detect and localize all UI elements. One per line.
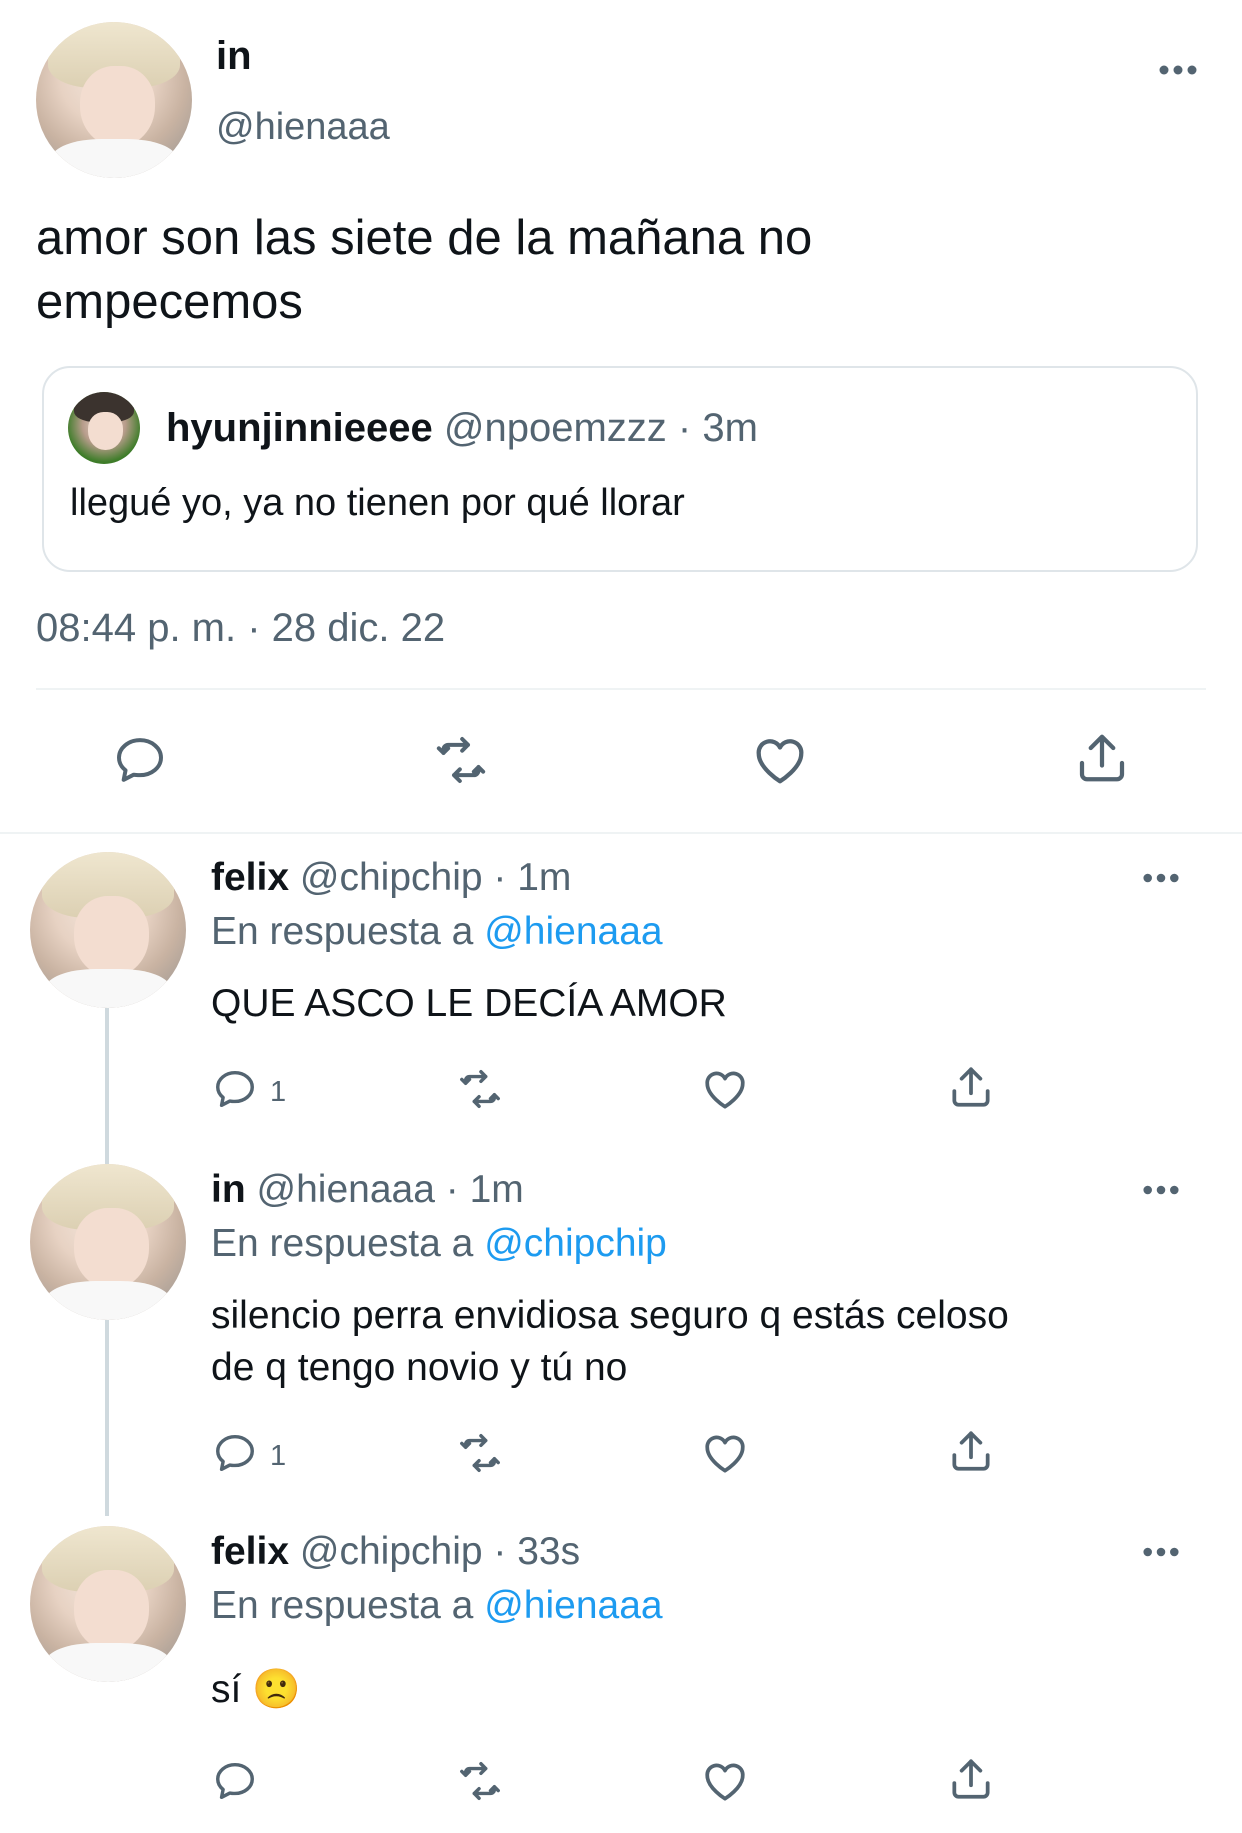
sad-face-emoji: 🙁	[252, 1667, 301, 1712]
reply-to-line: En respuesta a @hienaaa	[211, 910, 663, 954]
quote-tweet-card[interactable]	[42, 366, 1198, 572]
main-author-handle[interactable]: @hienaaa	[216, 106, 390, 149]
reply-author-handle[interactable]: @chipchip	[300, 1530, 483, 1573]
reply-icon[interactable]	[210, 1758, 260, 1804]
reply-to-handle[interactable]: @chipchip	[484, 1222, 667, 1265]
quote-text: llegué yo, ya no tienen por qué llorar	[70, 482, 685, 524]
section-divider	[0, 832, 1242, 834]
main-author-name[interactable]: in	[216, 34, 252, 79]
reply-author-name[interactable]: in	[211, 1168, 246, 1211]
more-icon[interactable]	[1142, 872, 1180, 884]
reply-icon[interactable]	[110, 732, 170, 788]
reply-text-line: de q tengo novio y tú no	[211, 1346, 628, 1389]
reply-text-line: silencio perra envidiosa seguro q estás …	[211, 1294, 1009, 1337]
reply-author-handle[interactable]: @chipchip	[300, 856, 483, 899]
heart-icon[interactable]	[750, 730, 810, 790]
quote-author-name: hyunjinnieeee	[166, 406, 433, 450]
reply-prefix: En respuesta a	[211, 1222, 474, 1265]
thread-line	[105, 1008, 109, 1164]
retweet-icon[interactable]	[452, 1430, 508, 1476]
reply-header: in @hienaaa · 1m	[211, 1168, 524, 1212]
reply-count: 1	[270, 1440, 287, 1472]
share-icon[interactable]	[946, 1062, 996, 1112]
reply-prefix: En respuesta a	[211, 910, 474, 953]
reply-avatar[interactable]	[30, 852, 186, 1008]
main-tweet-text-line: amor son las siete de la mañana no	[36, 211, 813, 265]
heart-icon[interactable]	[700, 1756, 750, 1806]
retweet-icon[interactable]	[452, 1066, 508, 1112]
reply-time: · 1m	[482, 856, 572, 899]
reply-time: · 1m	[434, 1168, 524, 1211]
reply-text: sí 🙁	[211, 1664, 301, 1716]
reply-avatar[interactable]	[30, 1526, 186, 1682]
reply-author-name[interactable]: felix	[211, 1530, 289, 1573]
reply-time: · 33s	[482, 1530, 581, 1573]
more-icon[interactable]	[1142, 1184, 1180, 1196]
reply-prefix: En respuesta a	[211, 1584, 474, 1627]
main-tweet-text: amor son las siete de la mañana no empec…	[36, 206, 812, 334]
reply-author-name[interactable]: felix	[211, 856, 289, 899]
main-timestamp[interactable]: 08:44 p. m. · 28 dic. 22	[36, 606, 445, 651]
heart-icon[interactable]	[700, 1064, 750, 1114]
reply-count: 1	[270, 1076, 287, 1108]
reply-avatar[interactable]	[30, 1164, 186, 1320]
retweet-icon[interactable]	[428, 732, 494, 788]
reply-icon[interactable]	[210, 1066, 260, 1112]
reply-to-line: En respuesta a @chipchip	[211, 1222, 667, 1266]
main-author-avatar[interactable]	[36, 22, 192, 178]
thread-line	[105, 1320, 109, 1516]
reply-to-handle[interactable]: @hienaaa	[484, 910, 662, 953]
share-icon[interactable]	[1072, 728, 1132, 788]
reply-author-handle[interactable]: @hienaaa	[257, 1168, 435, 1211]
more-icon[interactable]	[1158, 64, 1198, 76]
quote-separator: ·	[677, 406, 692, 450]
divider	[36, 688, 1206, 690]
reply-text: QUE ASCO LE DECÍA AMOR	[211, 978, 727, 1030]
reply-header: felix @chipchip · 1m	[211, 856, 571, 900]
reply-text-line: QUE ASCO LE DECÍA AMOR	[211, 982, 727, 1025]
quote-author-handle: @npoemzzz	[443, 406, 667, 450]
heart-icon[interactable]	[700, 1428, 750, 1478]
reply-to-handle[interactable]: @hienaaa	[484, 1584, 662, 1627]
quote-author-avatar	[68, 392, 140, 464]
quote-time: 3m	[702, 406, 758, 450]
reply-icon[interactable]	[210, 1430, 260, 1476]
main-tweet-text-line: empecemos	[36, 275, 303, 329]
reply-text: silencio perra envidiosa seguro q estás …	[211, 1290, 1009, 1394]
retweet-icon[interactable]	[452, 1758, 508, 1804]
reply-text-line: sí	[211, 1668, 242, 1711]
reply-to-line: En respuesta a @hienaaa	[211, 1584, 663, 1628]
share-icon[interactable]	[946, 1754, 996, 1804]
share-icon[interactable]	[946, 1426, 996, 1476]
quote-header: hyunjinnieeee @npoemzzz · 3m	[166, 406, 758, 451]
more-icon[interactable]	[1142, 1546, 1180, 1558]
reply-header: felix @chipchip · 33s	[211, 1530, 580, 1574]
